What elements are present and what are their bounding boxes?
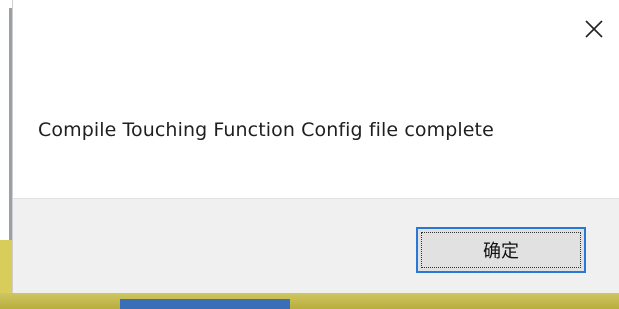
dialog-message: Compile Touching Function Config file co… xyxy=(38,119,494,141)
close-icon xyxy=(585,20,603,38)
ok-button-label: 确定 xyxy=(483,241,519,262)
background-window-edge xyxy=(0,0,12,309)
message-dialog: Compile Touching Function Config file co… xyxy=(12,0,619,293)
screen: Compile Touching Function Config file co… xyxy=(0,0,619,309)
dialog-footer: 确定 xyxy=(13,198,619,293)
background-window-bottom xyxy=(0,293,619,309)
background-window-accent xyxy=(120,299,290,309)
close-button[interactable] xyxy=(575,10,613,48)
ok-button[interactable]: 确定 xyxy=(416,227,586,273)
